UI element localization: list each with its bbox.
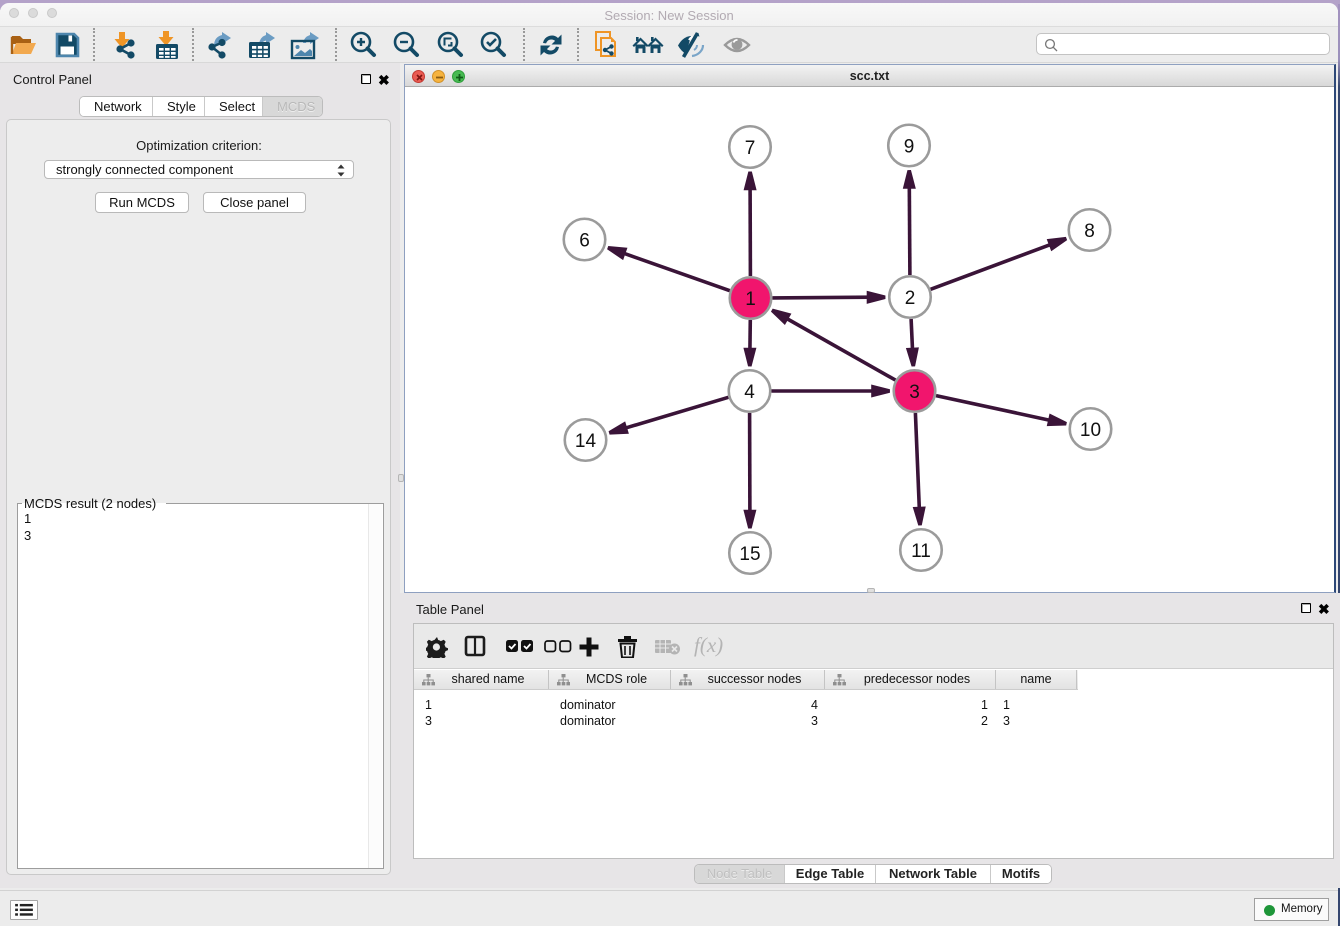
svg-text:11: 11 <box>911 541 931 562</box>
svg-text:2: 2 <box>905 288 916 309</box>
svg-text:15: 15 <box>739 544 760 565</box>
svg-text:8: 8 <box>1084 221 1095 242</box>
svg-text:14: 14 <box>575 431 597 452</box>
svg-text:6: 6 <box>579 230 590 251</box>
svg-text:1: 1 <box>745 289 756 310</box>
svg-text:3: 3 <box>909 382 920 403</box>
svg-text:9: 9 <box>904 136 915 157</box>
svg-text:7: 7 <box>745 138 756 159</box>
svg-text:10: 10 <box>1080 420 1101 441</box>
svg-text:4: 4 <box>744 382 755 403</box>
